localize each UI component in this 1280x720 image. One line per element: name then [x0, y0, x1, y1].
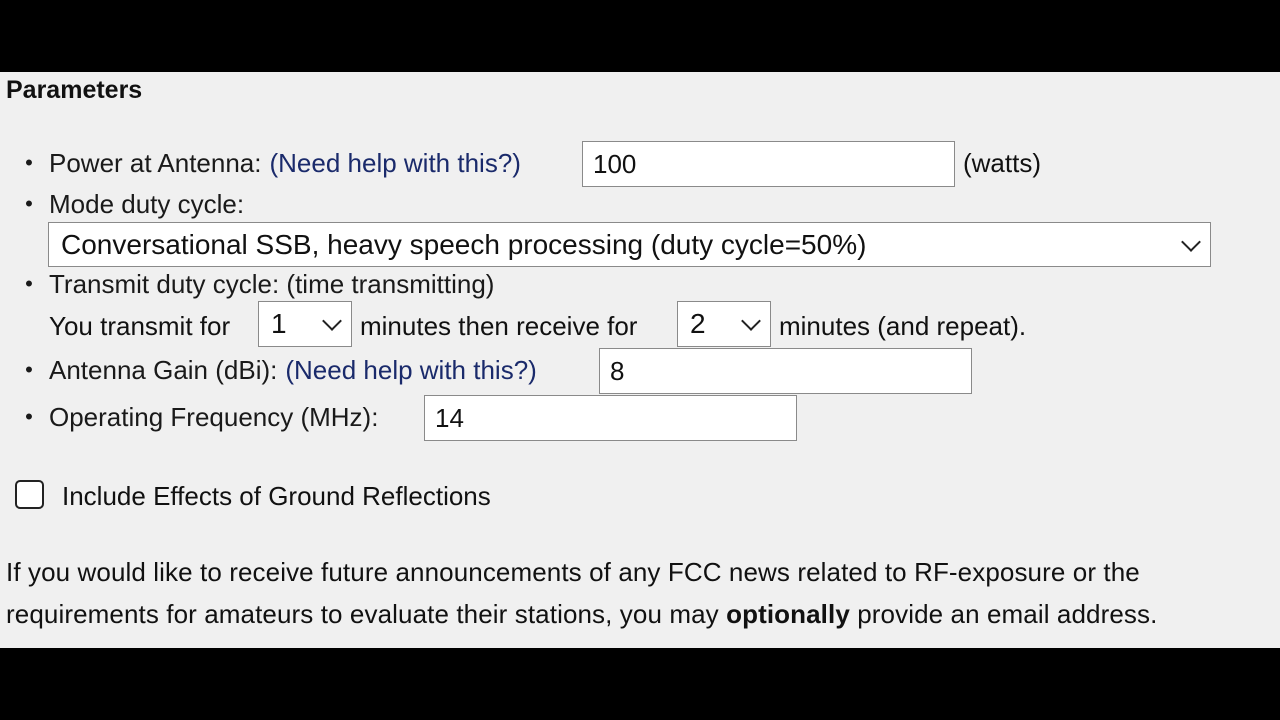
- chevron-down-icon: [741, 311, 761, 331]
- mode-label: Mode duty cycle:: [49, 188, 245, 219]
- letterbox-bottom: [0, 648, 1280, 720]
- letterbox-top: [0, 0, 1280, 72]
- mode-selected-value: Conversational SSB, heavy speech process…: [61, 228, 867, 260]
- power-label-group: Power at Antenna: (Need help with this?): [49, 148, 521, 179]
- power-help-link[interactable]: (Need help with this?): [269, 148, 520, 179]
- chevron-down-icon: [1181, 231, 1201, 252]
- bullet: •: [25, 191, 33, 216]
- power-label: Power at Antenna:: [49, 147, 262, 178]
- parameters-panel: Parameters • Power at Antenna: (Need hel…: [0, 72, 1280, 648]
- power-unit: (watts): [963, 148, 1041, 178]
- mode-duty-cycle-select[interactable]: Conversational SSB, heavy speech process…: [48, 222, 1211, 267]
- transmit-minutes-value: 1: [271, 308, 287, 339]
- gain-label: Antenna Gain (dBi):: [49, 354, 278, 385]
- frequency-label: Operating Frequency (MHz):: [49, 401, 379, 432]
- gain-help-link[interactable]: (Need help with this?): [285, 355, 536, 386]
- ground-reflections-checkbox[interactable]: [15, 480, 44, 509]
- bullet: •: [25, 150, 33, 175]
- antenna-gain-input[interactable]: [599, 348, 972, 394]
- gain-label-group: Antenna Gain (dBi): (Need help with this…: [49, 355, 537, 386]
- bullet: •: [25, 271, 33, 296]
- notice-emphasis: optionally: [726, 599, 850, 629]
- section-title: Parameters: [6, 76, 143, 104]
- receive-minutes-select[interactable]: 2: [677, 301, 771, 347]
- chevron-down-icon: [322, 311, 342, 331]
- transmit-middle: minutes then receive for: [360, 311, 638, 341]
- receive-minutes-value: 2: [690, 308, 706, 339]
- notice-text-after: provide an email address.: [849, 599, 1158, 629]
- transmit-suffix: minutes (and repeat).: [779, 311, 1027, 341]
- bullet: •: [25, 404, 33, 429]
- frequency-input[interactable]: [424, 395, 797, 441]
- power-input[interactable]: [582, 141, 955, 187]
- transmit-minutes-select[interactable]: 1: [258, 301, 352, 347]
- transmit-prefix: You transmit for: [49, 311, 231, 341]
- bullet: •: [25, 357, 33, 382]
- transmit-label: Transmit duty cycle: (time transmitting): [49, 268, 495, 299]
- email-notice-paragraph: If you would like to receive future anno…: [6, 551, 1278, 635]
- ground-reflections-label[interactable]: Include Effects of Ground Reflections: [62, 481, 491, 512]
